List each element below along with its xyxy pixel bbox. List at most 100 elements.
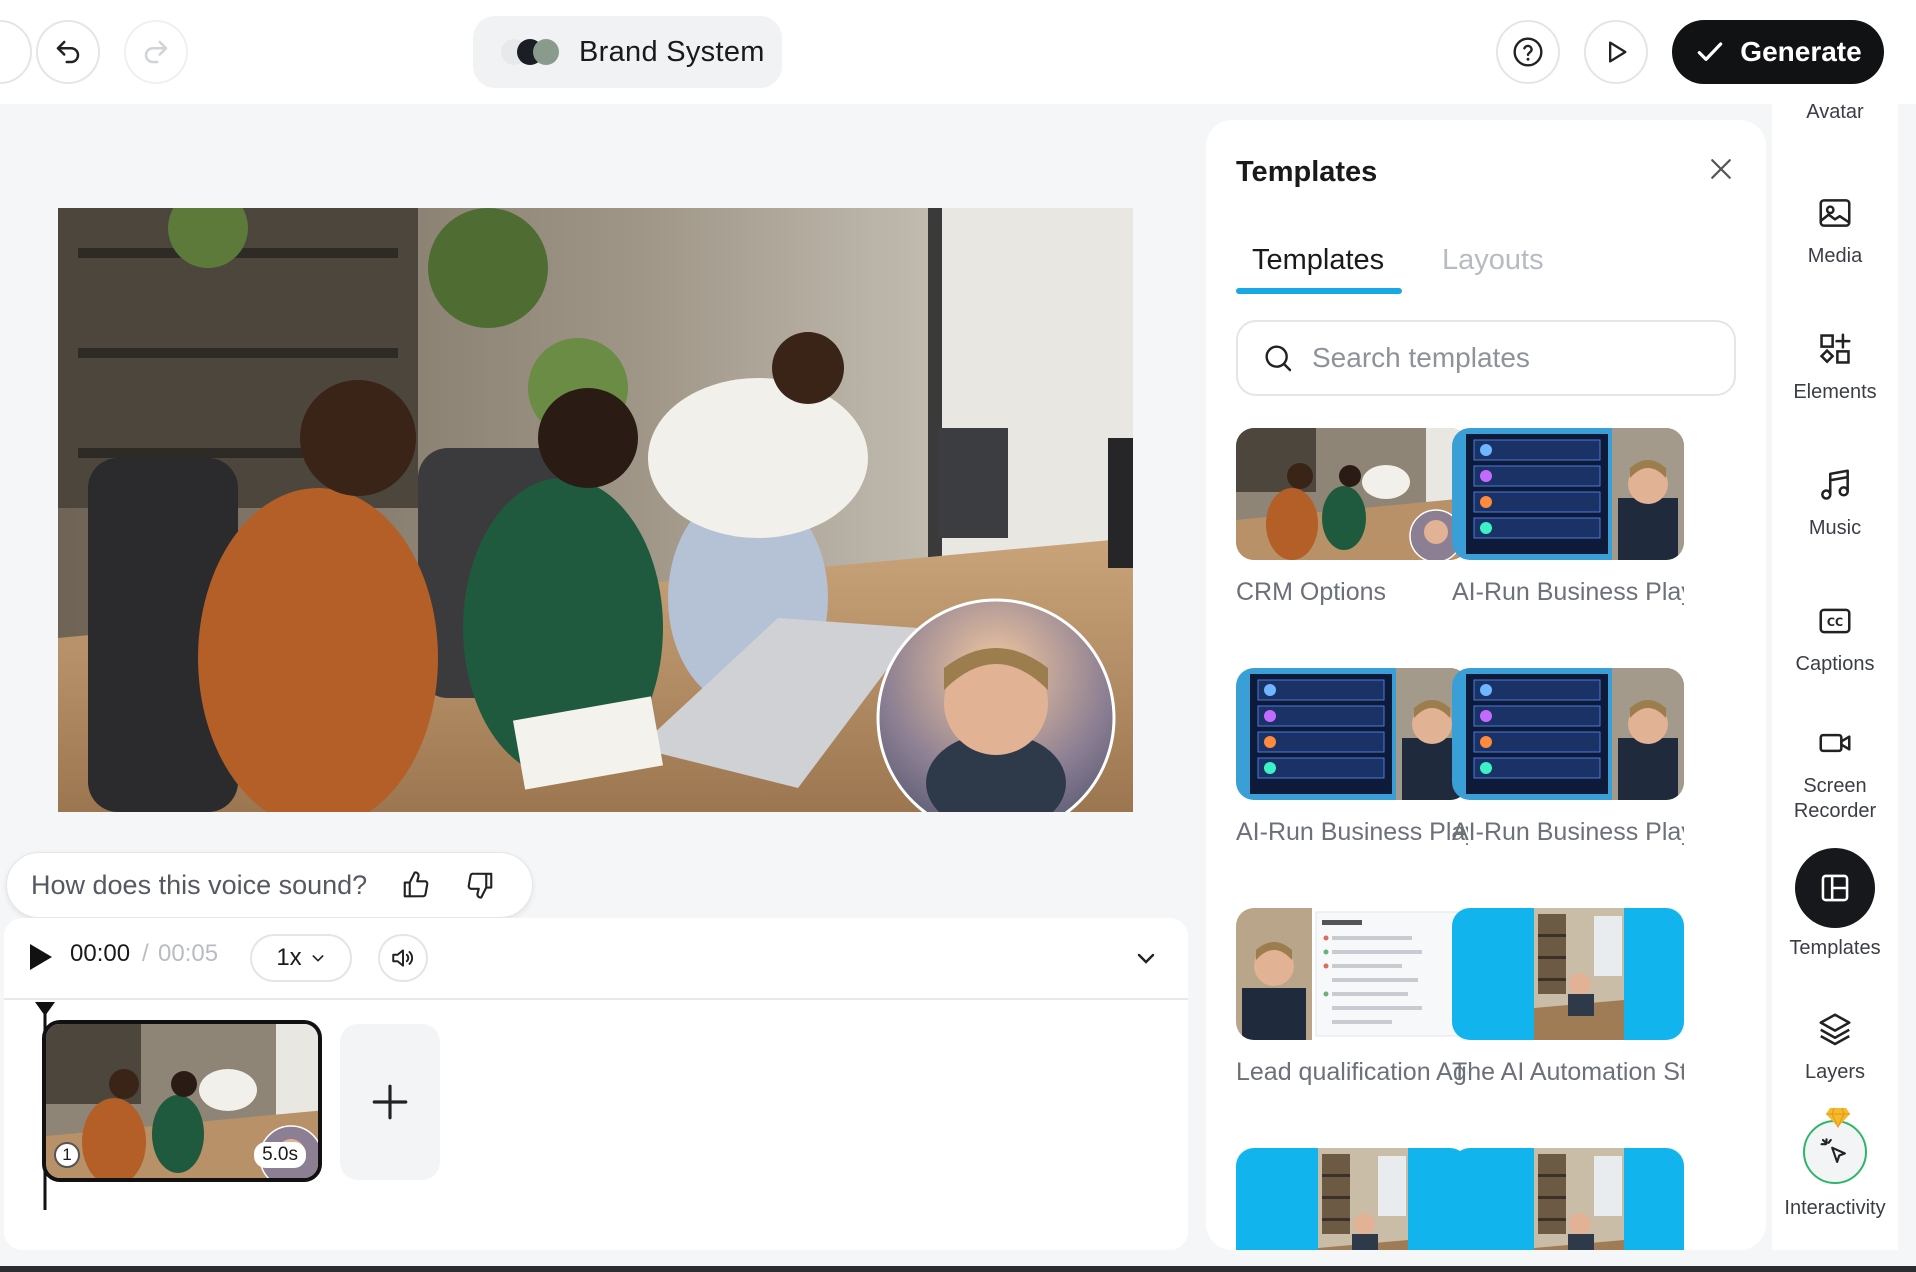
collapse-timeline-button[interactable] <box>1134 946 1158 970</box>
image-icon <box>1819 199 1851 227</box>
thumbs-down-icon <box>467 872 493 899</box>
shapes-icon <box>1819 333 1851 364</box>
template-card-label: CRM Options <box>1236 578 1387 606</box>
template-card[interactable]: Lead qualification Agent <box>1236 908 1468 1087</box>
template-thumbnail <box>1236 1148 1468 1250</box>
premium-gem-icon <box>1826 1107 1850 1128</box>
brand-toggle-icon <box>501 39 559 65</box>
volume-icon <box>392 949 414 967</box>
cc-icon: CC <box>1819 608 1851 634</box>
timeline-panel: 00:00 / 00:05 1x 1 5.0s <box>4 918 1188 1250</box>
current-time: 00:00 <box>70 940 131 967</box>
template-card[interactable]: The AI Automation Studio <box>1452 908 1684 1087</box>
clip-number-badge: 1 <box>54 1142 80 1168</box>
tab-templates[interactable]: Templates <box>1252 244 1384 277</box>
template-card[interactable]: AI-Run Business Playbook <box>1452 668 1684 847</box>
timeline-divider <box>4 998 1188 1000</box>
template-card-label: AI-Run Business Playbook <box>1452 578 1684 606</box>
template-thumbnail <box>1452 908 1684 1040</box>
template-thumbnail <box>1236 428 1468 560</box>
sidebar-item-media[interactable]: Media <box>1772 194 1898 269</box>
thumbs-down-button[interactable] <box>465 870 495 900</box>
panel-title: Templates <box>1236 156 1378 188</box>
chevron-down-icon <box>312 955 324 962</box>
template-card[interactable] <box>1452 1148 1684 1250</box>
sidebar-item-label: Elements <box>1793 381 1877 403</box>
sidebar-item-music[interactable]: Music <box>1772 466 1898 541</box>
total-time: 00:05 <box>158 940 219 967</box>
search-templates-field[interactable] <box>1236 320 1736 396</box>
sidebar-item-label: Interactivity <box>1784 1197 1886 1219</box>
redo-icon <box>144 40 168 64</box>
window-bottom-edge <box>0 1266 1916 1272</box>
svg-text:CC: CC <box>1827 616 1843 629</box>
template-card[interactable] <box>1236 1148 1468 1250</box>
back-button[interactable] <box>0 20 32 84</box>
voice-feedback-bar: How does this voice sound? <box>6 852 533 918</box>
interactivity-badge <box>1803 1120 1867 1184</box>
video-canvas[interactable] <box>58 208 1133 812</box>
scene-image <box>58 208 1133 812</box>
search-icon <box>1265 345 1292 372</box>
undo-icon <box>56 40 80 64</box>
templates-panel: Templates Templates Layouts CRM Options A… <box>1206 120 1766 1250</box>
template-card-label: Lead qualification Agent <box>1236 1058 1468 1086</box>
close-icon <box>1711 159 1731 179</box>
close-panel-button[interactable] <box>1706 154 1736 184</box>
sidebar-item-label: Avatar <box>1806 101 1864 123</box>
template-thumbnail <box>1236 908 1468 1040</box>
help-icon <box>1513 37 1543 67</box>
template-card[interactable]: AI-Run Business Playbook <box>1452 428 1684 607</box>
sidebar-item-captions[interactable]: CC Captions <box>1772 602 1898 677</box>
layout-icon <box>1821 874 1849 902</box>
scene-clip[interactable]: 1 5.0s <box>42 1020 322 1182</box>
clip-duration-badge: 5.0s <box>254 1142 306 1168</box>
undo-button[interactable] <box>36 20 100 84</box>
sidebar-item-avatar[interactable]: Avatar <box>1772 88 1898 125</box>
top-bar: Brand System Generate <box>0 0 1916 104</box>
cursor-click-icon <box>1820 1138 1846 1163</box>
sidebar-item-interactivity[interactable]: Interactivity <box>1772 1107 1898 1221</box>
sidebar-item-templates[interactable]: Templates <box>1772 848 1898 961</box>
sidebar-item-layers[interactable]: Layers <box>1772 1010 1898 1085</box>
sidebar-item-label: Music <box>1808 517 1862 539</box>
play-icon <box>1609 41 1627 63</box>
plus-icon <box>372 1084 408 1120</box>
brand-system-button[interactable]: Brand System <box>473 16 782 88</box>
template-card-label: AI-Run Business Playbook <box>1452 818 1684 846</box>
search-templates-input[interactable] <box>1312 342 1712 374</box>
template-thumbnail <box>1452 668 1684 800</box>
template-card[interactable]: AI-Run Business Playbook <box>1236 668 1468 847</box>
generate-button[interactable]: Generate <box>1672 20 1884 84</box>
active-tab-indicator <box>1236 288 1402 294</box>
template-thumbnail <box>1236 668 1468 800</box>
thumbs-up-button[interactable] <box>401 870 431 900</box>
camera-icon <box>1819 733 1851 753</box>
check-icon <box>1698 42 1723 61</box>
music-note-icon <box>1821 469 1849 500</box>
playback-speed-value: 1x <box>276 944 302 971</box>
template-card-label: AI-Run Business Playbook <box>1236 818 1468 846</box>
playback-speed-dropdown[interactable]: 1x <box>250 934 352 982</box>
right-sidebar: Avatar Media Elements Music CC Captions … <box>1772 101 1898 1250</box>
timeline-play-button[interactable] <box>28 942 54 972</box>
template-thumbnail <box>1452 428 1684 560</box>
template-thumbnail <box>1452 1148 1684 1250</box>
sidebar-item-label: Captions <box>1795 653 1875 675</box>
help-button[interactable] <box>1496 20 1560 84</box>
preview-play-button[interactable] <box>1584 20 1648 84</box>
layers-icon <box>1819 1013 1851 1046</box>
sidebar-item-label: Media <box>1807 245 1863 267</box>
redo-button[interactable] <box>124 20 188 84</box>
tab-layouts[interactable]: Layouts <box>1442 244 1544 277</box>
volume-button[interactable] <box>378 934 428 982</box>
sidebar-item-screen-recorder[interactable]: Screen Recorder <box>1772 724 1898 824</box>
sidebar-item-label: Layers <box>1804 1061 1866 1083</box>
play-icon <box>30 944 52 970</box>
sidebar-item-label: Templates <box>1789 937 1881 959</box>
time-separator: / <box>142 940 149 967</box>
add-scene-button[interactable] <box>340 1024 440 1180</box>
sidebar-item-elements[interactable]: Elements <box>1772 330 1898 405</box>
template-card[interactable]: CRM Options <box>1236 428 1468 607</box>
brand-system-label: Brand System <box>579 35 765 68</box>
